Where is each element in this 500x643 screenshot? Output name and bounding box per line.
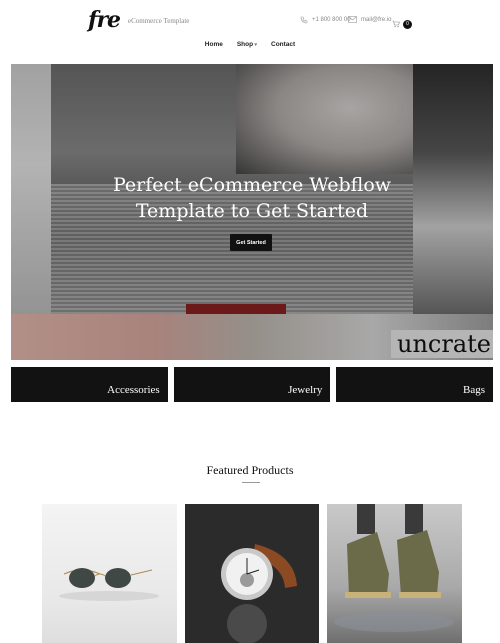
cart-count-badge: 0 bbox=[403, 19, 412, 29]
hero-title-line-2: Template to Get Started bbox=[135, 200, 369, 222]
featured-products-title: Featured Products bbox=[206, 463, 294, 477]
category-tile-accessories[interactable]: Accessories bbox=[11, 367, 168, 402]
site-header: fre eCommerce Template +1 800 800 00 mai… bbox=[0, 0, 500, 60]
category-tile-jewelry[interactable]: Jewelry bbox=[173, 367, 331, 402]
cart-icon bbox=[392, 15, 400, 33]
watch-image bbox=[220, 544, 297, 643]
phone-contact[interactable]: +1 800 800 00 bbox=[300, 16, 351, 24]
featured-products-grid bbox=[42, 504, 463, 643]
product-card-watch[interactable] bbox=[184, 504, 320, 643]
product-card-sunglasses[interactable] bbox=[42, 504, 177, 643]
category-tile-bags[interactable]: Bags bbox=[336, 367, 494, 402]
main-nav: Home Shop Contact bbox=[0, 41, 500, 48]
logo-tagline: eCommerce Template bbox=[128, 17, 190, 25]
category-label: Bags bbox=[463, 384, 486, 396]
email-address: mail@fre.io bbox=[361, 16, 392, 23]
featured-title-divider bbox=[242, 482, 260, 483]
sunglasses-image bbox=[59, 568, 159, 601]
email-contact[interactable]: mail@fre.io bbox=[348, 16, 391, 23]
sneakers-image bbox=[334, 504, 455, 632]
category-label: Accessories bbox=[107, 384, 160, 396]
cart-button[interactable]: 0 bbox=[392, 15, 412, 33]
mail-icon bbox=[348, 16, 357, 23]
hero-title: Perfect eCommerce Webflow Template to Ge… bbox=[11, 172, 493, 224]
category-label: Jewelry bbox=[288, 384, 323, 396]
hero-title-line-1: Perfect eCommerce Webflow bbox=[112, 174, 392, 196]
get-started-button[interactable]: Get Started bbox=[230, 234, 272, 251]
logo[interactable]: fre bbox=[88, 7, 121, 33]
product-card-sneakers[interactable] bbox=[327, 504, 463, 643]
nav-shop-dropdown[interactable]: Shop bbox=[237, 41, 257, 48]
category-tiles: Accessories Jewelry Bags bbox=[11, 367, 494, 402]
nav-home[interactable]: Home bbox=[205, 41, 223, 48]
phone-icon bbox=[300, 16, 308, 24]
nav-contact[interactable]: Contact bbox=[271, 41, 295, 48]
phone-number: +1 800 800 00 bbox=[312, 17, 351, 23]
hero-banner: uncrate Perfect eCommerce Webflow Templa… bbox=[11, 64, 493, 360]
